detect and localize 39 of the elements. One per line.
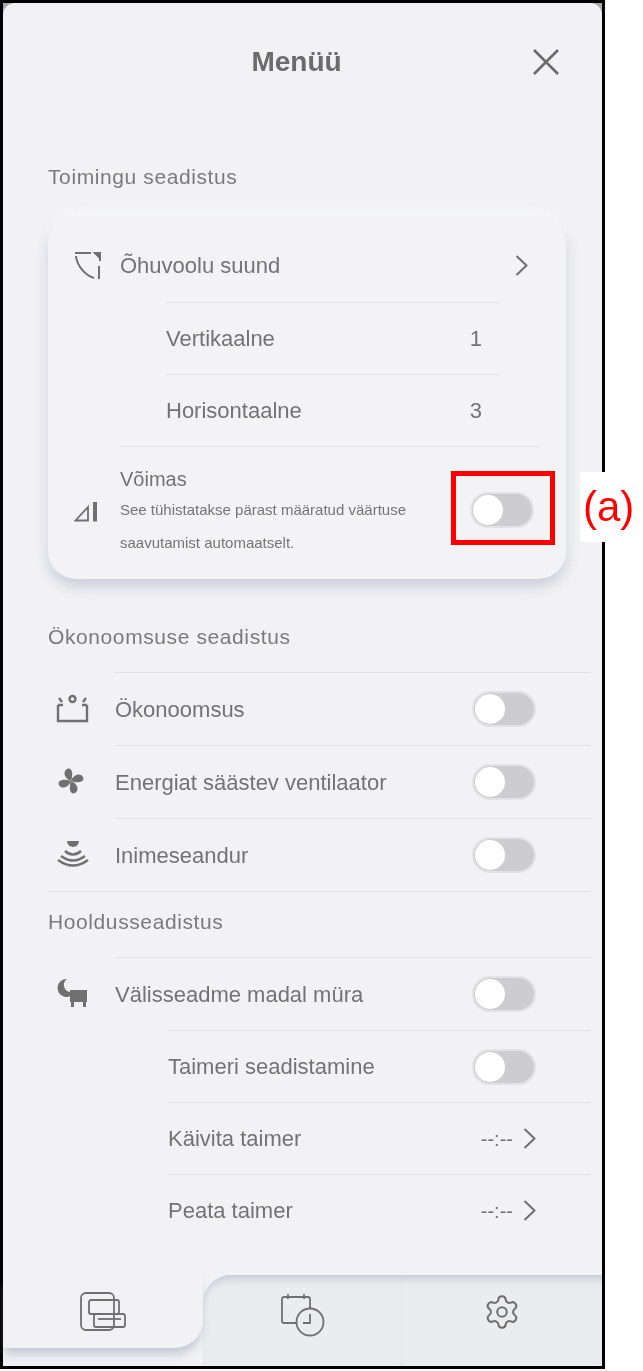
section-title: Toimingu seadistus (48, 164, 239, 190)
sensor-waves-icon (56, 840, 90, 868)
section-title: Ökonoomsuse seadistus (48, 624, 292, 650)
setting-value: 1 (469, 325, 482, 353)
triangle-bar-icon (74, 501, 99, 522)
chevron-right-icon[interactable] (523, 1128, 536, 1149)
toggle-switch[interactable] (472, 691, 536, 727)
stacked-screens-icon (79, 1292, 126, 1331)
setting-label: Välisseadme madal müra (115, 980, 364, 1009)
timer-value: --:-- (480, 1198, 513, 1224)
setting-label: Energiat säästev ventilaator (115, 768, 387, 797)
setting-value: 3 (469, 397, 482, 425)
close-icon (533, 49, 559, 75)
menu-title: Menüü (251, 45, 342, 79)
setting-label: Taimeri seadistamine (168, 1053, 375, 1081)
moon-unit-icon (56, 978, 88, 1008)
toggle-switch[interactable] (472, 764, 536, 800)
setting-label: Horisontaalne (166, 397, 302, 425)
setting-label: Käivita taimer (168, 1125, 302, 1153)
setting-label: Peata taimer (168, 1197, 293, 1225)
setting-label: Õhuvoolu suund (120, 251, 281, 280)
toggle-switch[interactable] (470, 491, 534, 528)
toggle-switch[interactable] (472, 976, 536, 1012)
section-title: Hooldusseadistus (48, 909, 225, 935)
airflow-icon (74, 250, 102, 280)
setting-description: See tühistatakse pärast määratud väärtuse saavutamist automaatselt. (120, 500, 407, 553)
setting-label: Vertikaalne (166, 325, 275, 353)
chevron-right-icon[interactable] (515, 254, 528, 276)
chevron-right-icon[interactable] (523, 1200, 536, 1221)
tray-icon (56, 693, 89, 723)
tab[interactable] (3, 1275, 203, 1348)
setting-label: Ökonoomsus (115, 695, 245, 724)
timer-value: --:-- (480, 1126, 513, 1152)
fan-icon (56, 766, 86, 796)
toggle-switch[interactable] (472, 837, 536, 873)
setting-label: Inimeseandur (115, 841, 249, 870)
calendar-clock-icon (280, 1293, 325, 1337)
toggle-switch[interactable] (472, 1048, 536, 1085)
setting-label: Võimas (120, 467, 188, 492)
